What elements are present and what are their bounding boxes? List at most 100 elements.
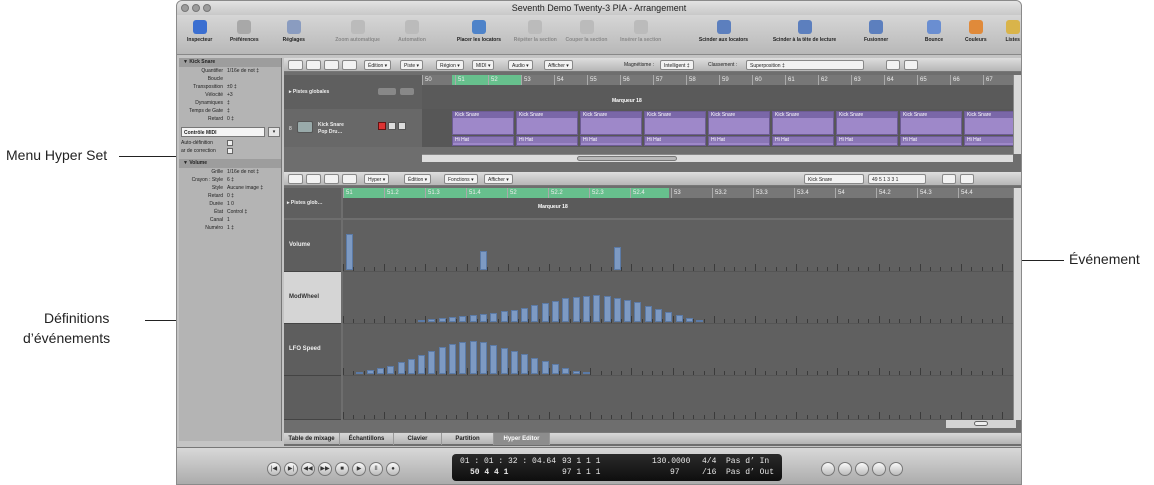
minimize-button[interactable] bbox=[192, 4, 200, 12]
crayon-style-value[interactable]: 6 ‡ bbox=[227, 176, 234, 184]
mute-button[interactable] bbox=[388, 122, 396, 130]
solo-button[interactable] bbox=[398, 122, 406, 130]
hyper-menu-edition[interactable]: Édition ▾ bbox=[404, 174, 432, 184]
duree-row[interactable]: Durée 1 0 bbox=[179, 200, 281, 208]
transposition-value[interactable]: ±0 ‡ bbox=[227, 83, 237, 91]
hyper-lane[interactable] bbox=[343, 324, 1013, 376]
arrange-menu-audio[interactable]: Audio ▾ bbox=[508, 60, 533, 70]
forward-icon[interactable]: ▶▶ bbox=[318, 462, 332, 476]
event-bar[interactable] bbox=[510, 310, 518, 322]
hihat-region[interactable]: Hi Hat bbox=[644, 136, 706, 146]
cycle-icon[interactable] bbox=[821, 462, 835, 476]
hyper-vscroll[interactable] bbox=[1013, 188, 1021, 420]
pointer-tool-icon[interactable] bbox=[886, 60, 900, 70]
event-bar[interactable] bbox=[418, 355, 426, 374]
hihat-region[interactable]: Hi Hat bbox=[708, 136, 770, 146]
toolbar-listes-button[interactable]: Listes bbox=[996, 15, 1021, 55]
toolbar-couper-la-section-button[interactable]: Couper la section bbox=[561, 15, 612, 55]
grille-row[interactable]: Grille 1/16e de not ‡ bbox=[179, 168, 281, 176]
event-bar[interactable] bbox=[675, 315, 683, 322]
event-bar[interactable] bbox=[459, 316, 467, 322]
hihat-region[interactable]: Hi Hat bbox=[900, 136, 962, 146]
metronome-icon[interactable] bbox=[889, 462, 903, 476]
event-bar[interactable] bbox=[552, 364, 559, 374]
hyper-global-tracks-header[interactable]: ▸ Pistes glob… bbox=[284, 188, 341, 218]
event-bar[interactable] bbox=[634, 302, 642, 322]
etat-row[interactable]: État Control ‡ bbox=[179, 208, 281, 216]
dynamiques-value[interactable]: ‡ bbox=[227, 99, 230, 107]
global-track-menu-icon[interactable] bbox=[400, 88, 414, 95]
toolbar-automation-button[interactable]: Automation bbox=[385, 15, 439, 55]
hyper-lane[interactable] bbox=[343, 220, 1013, 272]
arrange-marker[interactable]: Marqueur 18 bbox=[612, 98, 642, 104]
kick-snare-region[interactable]: Kick Snare bbox=[772, 111, 834, 135]
hyper-position[interactable]: 49 5 1 3 3 1 bbox=[868, 174, 926, 184]
event-bar[interactable] bbox=[582, 372, 590, 374]
hyper-marker[interactable]: Marqueur 18 bbox=[538, 204, 568, 210]
grille-value[interactable]: 1/16e de not ‡ bbox=[227, 168, 259, 176]
toolbar-inspecteur-button[interactable]: Inspecteur bbox=[180, 15, 219, 55]
hyper-menu-fonctions[interactable]: Fonctions ▾ bbox=[444, 174, 478, 184]
event-bar[interactable] bbox=[479, 342, 487, 374]
toolbar-inserer-la-section-button[interactable]: Insérer la section bbox=[612, 15, 669, 55]
event-bar[interactable] bbox=[356, 372, 364, 374]
numero-value[interactable]: 1 ‡ bbox=[227, 224, 234, 232]
hyper-menu-hyper[interactable]: Hyper ▾ bbox=[364, 174, 390, 184]
boucle-row[interactable]: Boucle bbox=[179, 75, 281, 83]
arrange-global-tracks-header[interactable]: ▸ Pistes globales bbox=[284, 75, 422, 109]
arrange-menu-piste[interactable]: Piste ▾ bbox=[400, 60, 424, 70]
hihat-region[interactable]: Hi Hat bbox=[580, 136, 642, 146]
dynamiques-row[interactable]: Dynamiques ‡ bbox=[179, 99, 281, 107]
arrange-hscroll[interactable] bbox=[422, 154, 1013, 162]
kick-snare-region[interactable]: Kick Snare bbox=[452, 111, 514, 135]
kick-snare-region[interactable]: Kick Snare bbox=[836, 111, 898, 135]
pencil-tool-icon[interactable] bbox=[904, 60, 918, 70]
event-bar[interactable] bbox=[469, 341, 477, 374]
hyper-pencil-tool-icon[interactable] bbox=[960, 174, 974, 184]
event-bar[interactable] bbox=[562, 298, 570, 322]
event-bar[interactable] bbox=[541, 303, 549, 322]
hihat-region[interactable]: Hi Hat bbox=[772, 136, 834, 146]
hyper-catch-icon[interactable] bbox=[324, 174, 339, 184]
event-bar[interactable] bbox=[366, 370, 374, 374]
link-icon[interactable] bbox=[306, 60, 321, 70]
event-bar[interactable] bbox=[521, 354, 529, 374]
magnetisme-select[interactable]: Intelligent ‡ bbox=[660, 60, 694, 70]
crayon-style-row[interactable]: Crayon : Style 6 ‡ bbox=[179, 176, 281, 184]
tab-table-de-mixage[interactable]: Table de mixage bbox=[284, 433, 340, 445]
rewind-icon[interactable]: ◀◀ bbox=[301, 462, 315, 476]
event-bar[interactable] bbox=[644, 306, 652, 322]
arrange-menu-region[interactable]: Région ▾ bbox=[436, 60, 464, 70]
event-bar[interactable] bbox=[521, 308, 529, 322]
event-bar[interactable] bbox=[490, 313, 498, 322]
event-bar[interactable] bbox=[449, 344, 456, 374]
event-def-lfo-speed[interactable]: LFO Speed bbox=[284, 324, 341, 376]
event-bar[interactable] bbox=[469, 315, 477, 322]
event-bar[interactable] bbox=[685, 318, 693, 322]
velocite-row[interactable]: Vélocité +3 bbox=[179, 91, 281, 99]
go-start-icon[interactable]: |◀ bbox=[267, 462, 281, 476]
record-button[interactable] bbox=[378, 122, 386, 130]
hyper-back-icon[interactable] bbox=[288, 174, 303, 184]
event-def-volume[interactable]: Volume bbox=[284, 220, 341, 272]
event-bar[interactable] bbox=[665, 312, 673, 322]
volume-def-header[interactable]: ▼ Volume bbox=[179, 159, 281, 168]
correction-checkbox[interactable] bbox=[227, 148, 233, 154]
style-value[interactable]: Aucune image ‡ bbox=[227, 184, 263, 192]
add-global-track-icon[interactable] bbox=[378, 88, 396, 95]
tab-hyper-editor[interactable]: Hyper Editor bbox=[494, 433, 550, 445]
hyper-zoom-slider[interactable] bbox=[946, 420, 1016, 428]
retard-row[interactable]: Retard 0 ‡ bbox=[179, 192, 281, 200]
stop-icon[interactable]: ■ bbox=[335, 462, 349, 476]
toolbar-repeter-la-section-button[interactable]: Répéter la section bbox=[510, 15, 561, 55]
solo-icon[interactable] bbox=[872, 462, 886, 476]
event-bar[interactable] bbox=[696, 320, 704, 322]
pause-icon[interactable]: II bbox=[369, 462, 383, 476]
event-bar[interactable] bbox=[582, 296, 590, 322]
view-icon[interactable] bbox=[342, 60, 357, 70]
event-bar[interactable] bbox=[510, 351, 518, 374]
hyper-view-icon[interactable] bbox=[342, 174, 357, 184]
style-row[interactable]: Style Aucune image ‡ bbox=[179, 184, 281, 192]
arrange-menu-afficher[interactable]: Afficher ▾ bbox=[544, 60, 573, 70]
event-bar[interactable] bbox=[541, 361, 549, 374]
